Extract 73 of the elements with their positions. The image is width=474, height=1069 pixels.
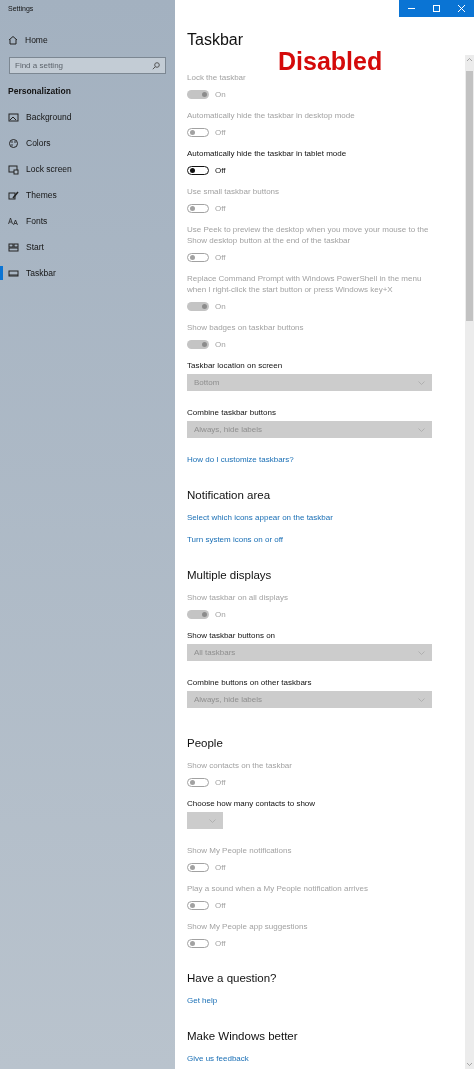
toggle-state: Off xyxy=(215,938,226,948)
annotation-label: Disabled xyxy=(278,47,383,75)
setting-label: Automatically hide the taskbar in tablet mode xyxy=(187,148,347,159)
toggle-state: Off xyxy=(215,203,226,213)
link[interactable]: Get help xyxy=(187,995,218,1007)
setting-label: Show badges on taskbar buttons xyxy=(187,322,304,333)
setting-label: Play a sound when a My People notification arrives xyxy=(187,883,368,894)
toggle-state: On xyxy=(215,301,226,311)
nav-item[interactable]: Start xyxy=(0,240,44,254)
toggle-state: Off xyxy=(215,862,226,872)
setting-label: Combine taskbar buttons xyxy=(187,407,276,418)
monitor-icon xyxy=(8,163,19,175)
link[interactable]: Select which icons appear on the taskbar xyxy=(187,512,333,524)
setting-label: Combine buttons on other taskbars xyxy=(187,677,312,688)
nav-item[interactable]: Taskbar xyxy=(0,266,56,280)
chevron-down-icon xyxy=(418,427,425,432)
section-heading: People xyxy=(187,736,223,751)
picture-icon xyxy=(8,111,19,123)
taskbar-icon xyxy=(8,267,19,279)
search-field[interactable]: Find a setting xyxy=(9,57,166,74)
setting-label: Show contacts on the taskbar xyxy=(187,760,292,771)
section-heading: Have a question? xyxy=(187,971,277,986)
setting-label: Show taskbar buttons on xyxy=(187,630,276,641)
close-button[interactable] xyxy=(449,0,474,17)
setting-label: Lock the taskbar xyxy=(187,72,246,83)
toggle-state: On xyxy=(215,609,226,619)
nav-item[interactable]: Colors xyxy=(0,136,51,150)
search-icon xyxy=(152,62,160,70)
chevron-down-icon xyxy=(418,650,425,655)
nav-item[interactable]: Background xyxy=(0,110,72,124)
setting-label: Choose how many contacts to show xyxy=(187,798,316,809)
scrollbar-thumb[interactable] xyxy=(466,71,473,321)
toggle-state: Off xyxy=(215,252,226,262)
section-heading: Personalization xyxy=(8,86,71,96)
setting-label: Show My People app suggestions xyxy=(187,921,308,932)
toggle-state: Off xyxy=(215,127,226,137)
setting-label: Replace Command Prompt with Windows PowerShell in the menu when I right-click the start button or press Windows key+X xyxy=(187,273,423,295)
link[interactable]: How do I customize taskbars? xyxy=(187,454,294,466)
scroll-up-icon xyxy=(467,58,472,61)
toggle-state: On xyxy=(215,89,226,99)
setting-label: Show taskbar on all displays xyxy=(187,592,288,603)
section-heading: Multiple displays xyxy=(187,568,272,583)
setting-label: Taskbar location on screen xyxy=(187,360,283,371)
link[interactable]: Turn system icons on or off xyxy=(187,534,284,546)
fonts-icon xyxy=(8,215,19,227)
section-heading: Make Windows better xyxy=(187,1029,298,1044)
nav-item[interactable]: Lock screen xyxy=(0,162,72,176)
brush-icon xyxy=(8,189,19,201)
chevron-down-icon xyxy=(418,380,425,385)
link[interactable]: Give us feedback xyxy=(187,1053,249,1065)
maximize-icon xyxy=(433,5,440,12)
home-icon xyxy=(8,35,18,45)
page-title: Taskbar xyxy=(187,30,244,50)
toggle-state: Off xyxy=(215,165,226,175)
toggle-state: Off xyxy=(215,777,226,787)
grid-icon xyxy=(8,241,19,253)
nav-item[interactable]: Themes xyxy=(0,188,57,202)
setting-label: Show My People notifications xyxy=(187,845,292,856)
home-nav-item[interactable]: Home xyxy=(0,33,48,47)
toggle-state: On xyxy=(215,339,226,349)
palette-icon xyxy=(8,137,19,149)
scrollbar[interactable] xyxy=(465,55,474,1069)
toggle-state: Off xyxy=(215,900,226,910)
scroll-down-icon xyxy=(467,1063,472,1066)
setting-label: Use small taskbar buttons xyxy=(187,186,280,197)
setting-label: Use Peek to preview the desktop when you move your mouse to the Show desktop button at the end of the taskbar xyxy=(187,224,430,246)
chevron-down-icon xyxy=(418,697,425,702)
close-icon xyxy=(458,5,465,12)
setting-label: Automatically hide the taskbar in desktop mode xyxy=(187,110,355,121)
chevron-down-icon xyxy=(209,818,216,823)
minimize-icon xyxy=(408,8,415,9)
section-heading: Notification area xyxy=(187,488,271,503)
nav-item[interactable]: Fonts xyxy=(0,214,48,228)
